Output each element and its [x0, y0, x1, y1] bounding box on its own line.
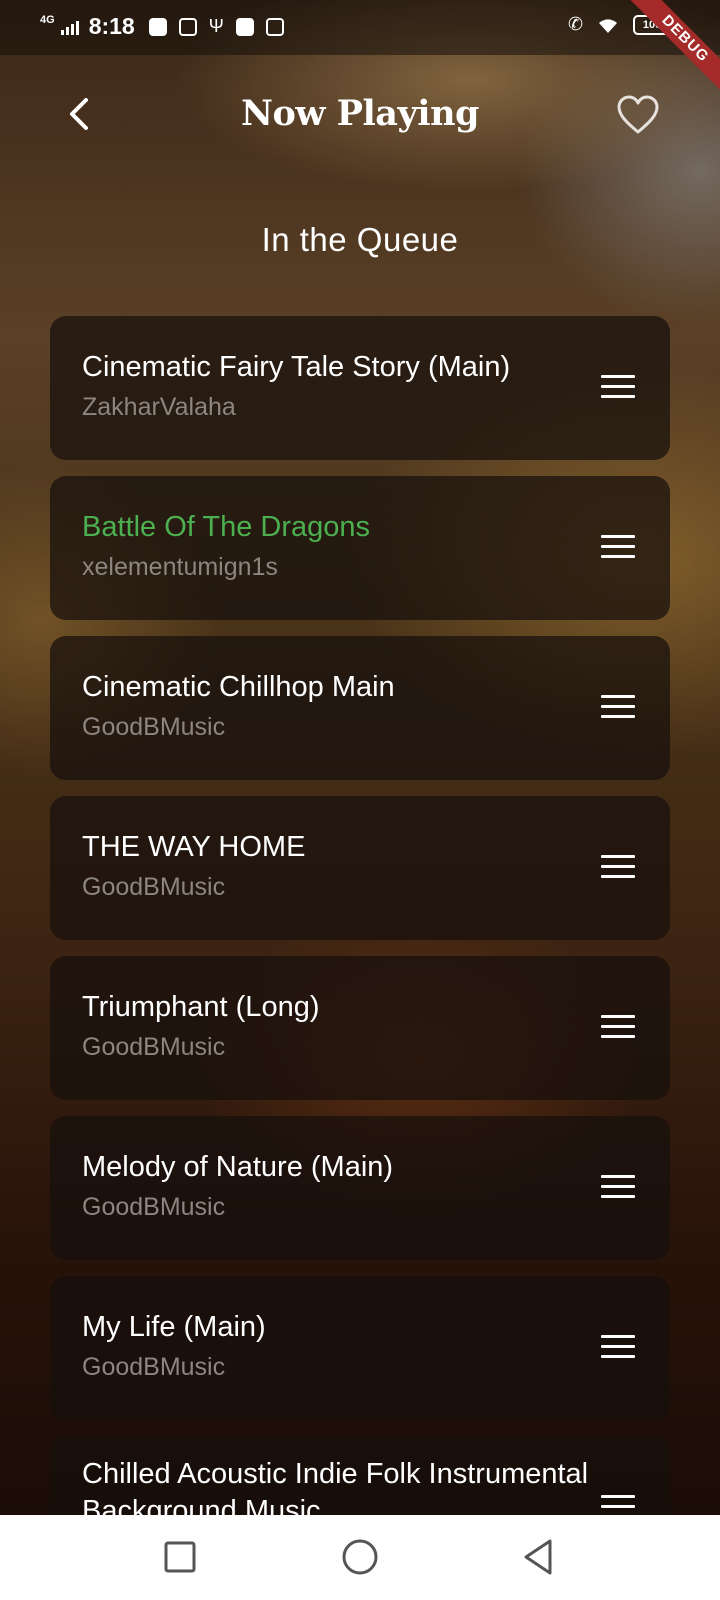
track-artist: xelementumign1s: [82, 553, 278, 581]
system-nav-bar: [0, 1515, 720, 1600]
drag-handle-icon[interactable]: [601, 1495, 635, 1515]
back-button[interactable]: [62, 92, 98, 136]
mail-icon: [265, 17, 284, 36]
heart-outline-icon: [617, 95, 659, 134]
track-artist: GoodBMusic: [82, 1193, 226, 1221]
track-title: THE WAY HOME: [82, 831, 306, 863]
queue-item[interactable]: Cinematic Fairy Tale Story (Main) Zakhar…: [50, 316, 670, 460]
youtube-icon: [235, 17, 254, 36]
drag-handle-icon[interactable]: [601, 1335, 635, 1361]
track-title-now-playing: Battle Of The Dragons: [82, 511, 371, 543]
drag-handle-icon[interactable]: [601, 1175, 635, 1201]
signal-icon: [60, 19, 79, 35]
track-artist: ZakharValaha: [82, 393, 236, 421]
chevron-left-icon: [70, 98, 88, 130]
queue-item[interactable]: Cinematic Chillhop Main GoodBMusic: [50, 636, 670, 780]
queue-item[interactable]: Triumphant (Long) GoodBMusic: [50, 956, 670, 1100]
track-artist: GoodBMusic: [82, 1353, 226, 1381]
page-title: Now Playing: [241, 93, 480, 134]
clipboard-check-icon: [148, 17, 167, 36]
queue-item[interactable]: THE WAY HOME GoodBMusic: [50, 796, 670, 940]
status-bar: 4G 8:18 Ψ ✆ 100: [0, 0, 720, 55]
recents-button[interactable]: [158, 1535, 202, 1579]
drag-handle-icon[interactable]: [601, 1015, 635, 1041]
circle-icon: [342, 1539, 378, 1575]
drag-handle-icon[interactable]: [601, 855, 635, 881]
queue-item[interactable]: Melody of Nature (Main) GoodBMusic: [50, 1116, 670, 1260]
queue-item[interactable]: Battle Of The Dragons xelementumign1s: [50, 476, 670, 620]
queue-heading: In the Queue: [261, 221, 459, 258]
system-back-button[interactable]: [518, 1535, 562, 1579]
home-button[interactable]: [338, 1535, 382, 1579]
track-artist: GoodBMusic: [82, 1033, 226, 1061]
square-icon: [164, 1541, 196, 1573]
queue-item[interactable]: Chilled Acoustic Indie Folk Instrumental…: [50, 1436, 670, 1515]
wifi-call-icon: ✆: [568, 14, 584, 34]
track-title: Triumphant (Long): [82, 991, 320, 1023]
drag-handle-icon[interactable]: [601, 535, 635, 561]
drag-handle-icon[interactable]: [601, 695, 635, 721]
network-type: 4G: [40, 14, 55, 26]
track-title: Chilled Acoustic Indie Folk Instrumental…: [82, 1458, 589, 1515]
track-title: Cinematic Chillhop Main: [82, 671, 395, 703]
track-artist: GoodBMusic: [82, 713, 226, 741]
wifi-icon: [599, 18, 618, 33]
queue-item[interactable]: My Life (Main) GoodBMusic: [50, 1276, 670, 1420]
track-artist: GoodBMusic: [82, 873, 226, 901]
drag-handle-icon[interactable]: [601, 375, 635, 401]
accessibility-icon: [178, 17, 197, 36]
triangle-back-icon: [524, 1539, 552, 1575]
usb-icon: Ψ: [208, 16, 224, 36]
track-title: My Life (Main): [82, 1311, 266, 1343]
track-title: Melody of Nature (Main): [82, 1151, 394, 1183]
status-time: 8:18: [88, 13, 135, 39]
track-title: Cinematic Fairy Tale Story (Main): [82, 351, 511, 383]
favorite-button[interactable]: [616, 94, 660, 136]
queue-list[interactable]: Cinematic Fairy Tale Story (Main) Zakhar…: [50, 316, 670, 1515]
